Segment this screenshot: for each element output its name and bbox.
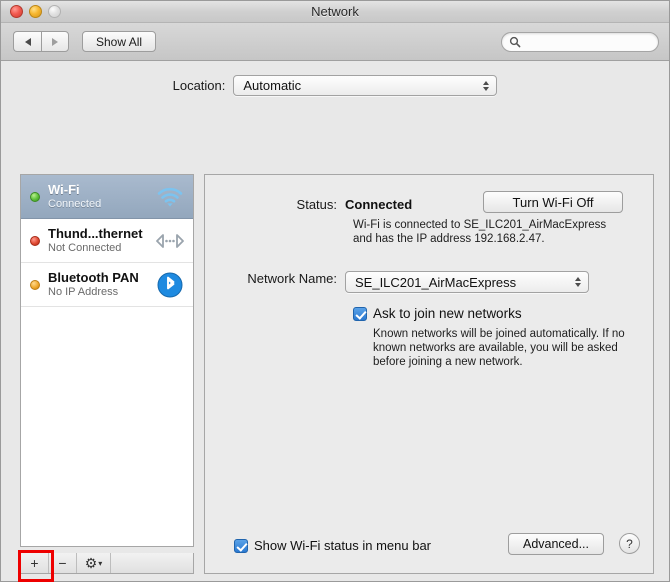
show-wifi-status-checkbox[interactable]: Show Wi-Fi status in menu bar (234, 538, 431, 553)
service-name: Bluetooth PAN (48, 269, 139, 285)
checkbox-checked-icon (234, 538, 248, 553)
forward-arrow-icon (52, 37, 58, 46)
ethernet-icon (155, 233, 185, 249)
network-preferences-window: Network Show All Location: Automatic Wi-… (0, 0, 670, 582)
wifi-detail-panel: Status: Connected Turn Wi-Fi Off Wi-Fi i… (204, 174, 654, 574)
status-label: Status: (296, 197, 337, 212)
bluetooth-icon (155, 272, 185, 298)
ask-to-join-checkbox[interactable]: Ask to join new networks (353, 306, 522, 321)
chevron-updown-icon (575, 277, 581, 287)
network-name-label: Network Name: (247, 271, 337, 286)
search-icon (509, 36, 521, 48)
sidebar-item-bluetooth-pan[interactable]: Bluetooth PAN No IP Address (21, 263, 193, 307)
service-name: Thund...thernet (48, 225, 143, 241)
footer-filler (111, 553, 193, 573)
service-text: Wi-Fi Connected (48, 181, 155, 211)
network-name-select[interactable]: SE_ILC201_AirMacExpress (345, 271, 589, 293)
status-dot-green-icon (30, 191, 40, 202)
location-row: Location: Automatic (1, 75, 669, 96)
service-status: Not Connected (48, 241, 122, 254)
search-field[interactable] (501, 32, 659, 52)
location-select[interactable]: Automatic (233, 75, 498, 96)
ask-to-join-description: Known networks will be joined automatica… (373, 328, 625, 368)
service-actions-button[interactable]: ⚙ ▾ (77, 553, 111, 573)
show-wifi-status-label: Show Wi-Fi status in menu bar (254, 538, 432, 553)
location-label: Location: (172, 78, 226, 93)
status-dot-red-icon (30, 235, 40, 246)
status-value: Connected (345, 197, 413, 212)
toolbar: Show All (1, 23, 669, 61)
service-status: No IP Address (48, 285, 119, 298)
status-description: Wi-Fi is connected to SE_ILC201_AirMacEx… (353, 219, 607, 245)
wifi-icon (155, 187, 185, 207)
back-arrow-icon (24, 37, 31, 46)
service-status: Connected (48, 197, 102, 210)
window-title: Network (311, 4, 359, 19)
back-button[interactable] (13, 31, 41, 52)
help-button[interactable]: ? (619, 533, 640, 554)
search-input[interactable] (525, 35, 651, 49)
service-text: Thund...thernet Not Connected (48, 225, 155, 255)
service-text: Bluetooth PAN No IP Address (48, 269, 155, 299)
status-dot-orange-icon (30, 279, 40, 290)
sidebar-item-wifi[interactable]: Wi-Fi Connected (21, 175, 193, 219)
remove-service-button[interactable]: − (49, 553, 77, 573)
ask-to-join-label: Ask to join new networks (373, 306, 522, 321)
show-all-button[interactable]: Show All (82, 31, 157, 52)
network-name-row: Network Name: SE_ILC201_AirMacExpress (205, 271, 653, 293)
service-list[interactable]: Wi-Fi Connected Thund...thernet Not Conn… (20, 174, 194, 547)
chevron-down-icon: ▾ (98, 558, 103, 568)
preferences-body: Location: Automatic Wi-Fi Connected Thun… (1, 61, 669, 582)
turn-wifi-off-button[interactable]: Turn Wi-Fi Off (483, 191, 623, 213)
network-name-value: SE_ILC201_AirMacExpress (355, 274, 517, 290)
service-list-footer: + − ⚙ ▾ (20, 553, 194, 574)
sidebar-item-thunderbolt-ethernet[interactable]: Thund...thernet Not Connected (21, 219, 193, 263)
title-bar: Network (1, 1, 669, 23)
add-service-button[interactable]: + (21, 553, 49, 573)
advanced-button[interactable]: Advanced... (508, 533, 604, 555)
checkbox-checked-icon (353, 306, 367, 321)
service-name: Wi-Fi (48, 181, 80, 197)
forward-button[interactable] (41, 31, 69, 52)
chevron-updown-icon (483, 80, 490, 91)
location-selected-value: Automatic (243, 78, 302, 93)
navigation-segmented-control (13, 31, 69, 52)
gear-icon: ⚙ (84, 554, 98, 571)
